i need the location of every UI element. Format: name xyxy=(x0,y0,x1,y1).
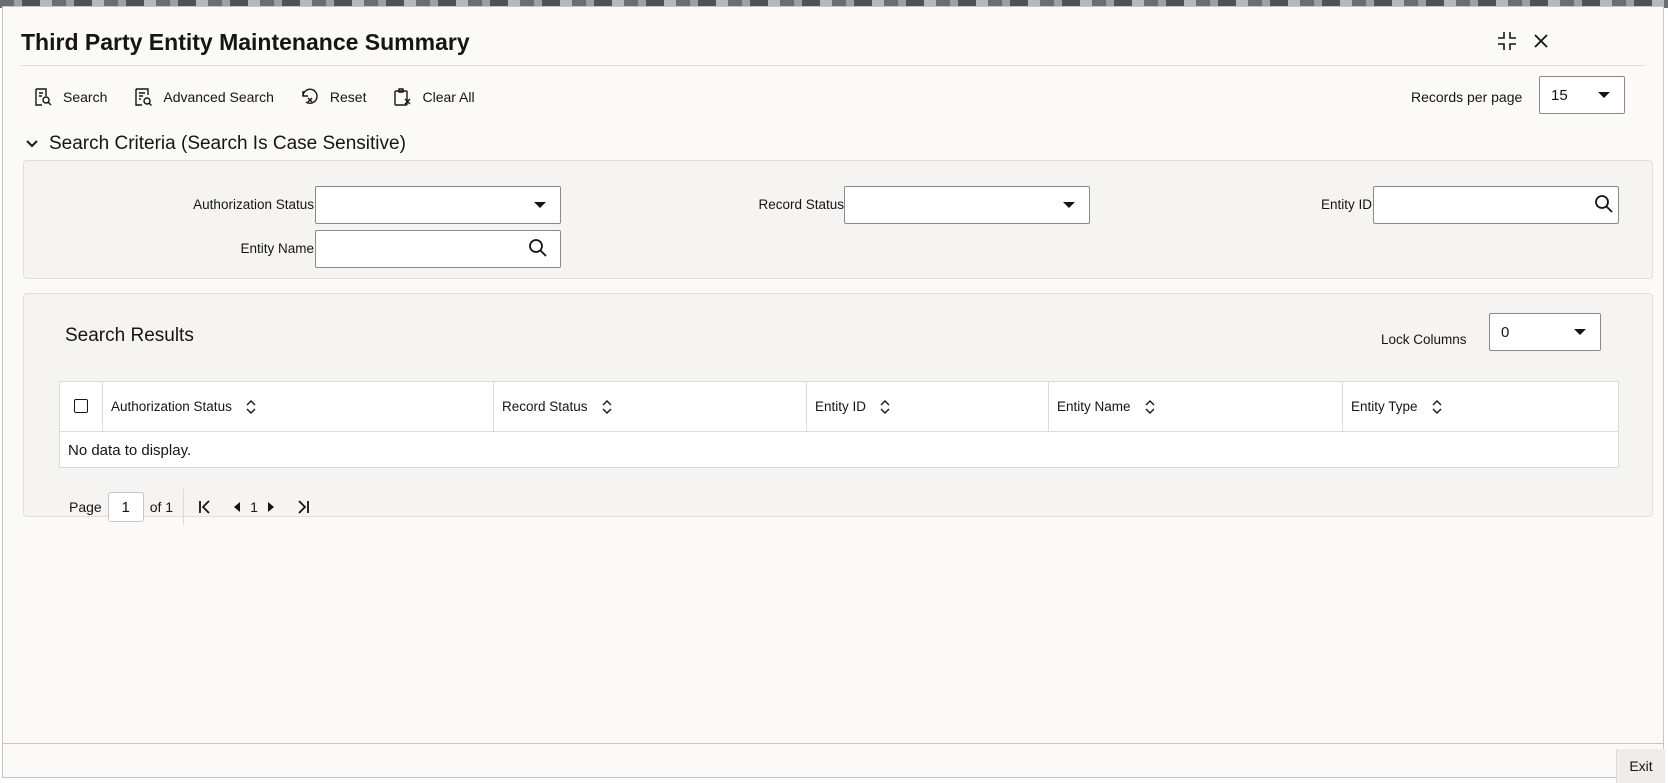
column-label: Entity ID xyxy=(815,399,867,414)
authorization-status-label: Authorization Status xyxy=(193,197,314,212)
search-criteria-toggle[interactable]: Search Criteria (Search Is Case Sensitiv… xyxy=(25,133,406,155)
page-number-input[interactable]: 1 xyxy=(107,492,144,522)
entity-name-label: Entity Name xyxy=(240,241,314,256)
reset-button-label: Reset xyxy=(329,89,367,105)
records-per-page-select[interactable]: 15 xyxy=(1539,76,1625,114)
fullscreen-exit-icon[interactable] xyxy=(1495,29,1519,53)
exit-button[interactable]: Exit xyxy=(1616,749,1665,783)
records-per-page-label: Records per page xyxy=(1411,89,1523,105)
caret-down-icon xyxy=(534,202,546,208)
entity-name-input[interactable] xyxy=(315,230,561,268)
title-divider xyxy=(21,65,1645,66)
reset-button[interactable]: Reset xyxy=(300,87,367,107)
search-button-label: Search xyxy=(63,89,108,105)
record-status-select[interactable] xyxy=(844,186,1090,224)
column-label: Record Status xyxy=(502,399,588,414)
authorization-status-select[interactable] xyxy=(315,186,561,224)
clear-all-button[interactable]: Clear All xyxy=(392,87,475,107)
lock-columns-select[interactable]: 0 xyxy=(1489,313,1601,351)
page-number-value: 1 xyxy=(121,498,130,516)
entity-id-input[interactable] xyxy=(1373,186,1619,224)
advanced-search-button[interactable]: Advanced Search xyxy=(133,87,274,107)
advanced-search-button-label: Advanced Search xyxy=(163,89,274,105)
page-title: Third Party Entity Maintenance Summary xyxy=(21,29,470,55)
column-header-entity-id[interactable]: Entity ID xyxy=(806,382,1048,431)
advanced-search-icon xyxy=(135,88,153,106)
lock-columns-label: Lock Columns xyxy=(1381,332,1467,347)
caret-down-icon xyxy=(1598,92,1610,98)
previous-page-icon[interactable] xyxy=(226,496,248,518)
sort-icon xyxy=(602,399,612,414)
summary-window: Third Party Entity Maintenance Summary S… xyxy=(2,6,1665,783)
results-grid: Authorization Status Record Status Entit… xyxy=(59,381,1619,468)
caret-down-icon xyxy=(1574,329,1586,335)
sort-icon xyxy=(1432,399,1442,414)
select-all-checkbox[interactable] xyxy=(74,399,88,413)
record-status-label: Record Status xyxy=(758,197,844,212)
page-label: Page xyxy=(69,499,102,515)
current-page-number: 1 xyxy=(250,499,258,515)
column-header-authorization-status[interactable]: Authorization Status xyxy=(102,382,493,431)
records-per-page-value: 15 xyxy=(1551,86,1568,104)
toolbar: Search Advanced Search Reset Clear All xyxy=(33,87,501,107)
search-doc-icon xyxy=(35,88,52,106)
column-label: Authorization Status xyxy=(111,399,232,414)
sort-icon xyxy=(246,399,256,414)
clipboard-icon xyxy=(394,88,411,106)
last-page-icon[interactable] xyxy=(292,496,314,518)
sort-icon xyxy=(880,399,890,414)
page-count-label: of 1 xyxy=(149,499,174,515)
next-page-icon[interactable] xyxy=(260,496,282,518)
caret-down-icon xyxy=(1063,202,1075,208)
footer-divider xyxy=(3,743,1663,744)
column-header-record-status[interactable]: Record Status xyxy=(493,382,806,431)
search-criteria-panel: Authorization Status Record Status Entit… xyxy=(23,160,1653,279)
close-icon[interactable] xyxy=(1529,29,1553,53)
column-header-entity-name[interactable]: Entity Name xyxy=(1048,382,1342,431)
reset-icon xyxy=(302,88,318,104)
column-label: Entity Type xyxy=(1351,399,1418,414)
lock-columns-value: 0 xyxy=(1501,323,1510,341)
sort-icon xyxy=(1145,399,1155,414)
search-results-title: Search Results xyxy=(65,325,194,346)
magnifier-icon[interactable] xyxy=(1594,194,1614,214)
search-criteria-heading: Search Criteria (Search Is Case Sensitiv… xyxy=(49,133,406,154)
clear-all-button-label: Clear All xyxy=(422,89,475,105)
search-button[interactable]: Search xyxy=(33,87,107,107)
pagination: Page 1 of 1 1 xyxy=(69,489,314,525)
grid-header: Authorization Status Record Status Entit… xyxy=(60,382,1618,432)
first-page-icon[interactable] xyxy=(194,496,216,518)
chevron-down-icon xyxy=(26,140,38,148)
empty-message: No data to display. xyxy=(68,442,192,459)
pager-divider xyxy=(183,489,185,525)
entity-id-label: Entity ID xyxy=(1320,197,1372,212)
column-header-entity-type[interactable]: Entity Type xyxy=(1342,382,1618,431)
column-label: Entity Name xyxy=(1057,399,1131,414)
magnifier-icon[interactable] xyxy=(528,238,548,258)
